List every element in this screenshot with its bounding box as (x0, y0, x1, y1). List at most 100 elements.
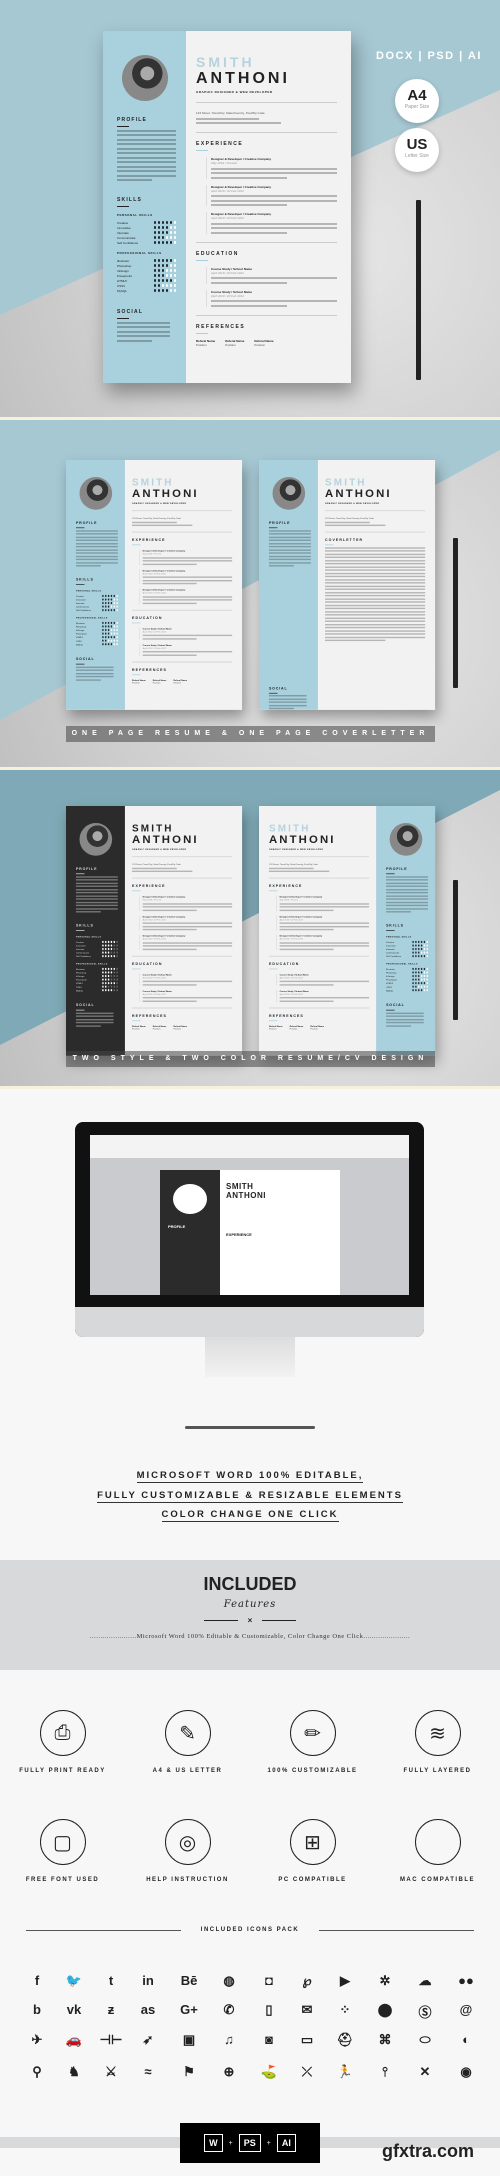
avatar-photo (122, 55, 168, 101)
reference: Referal Name Position (132, 1024, 146, 1030)
rating-dot (116, 609, 118, 612)
imac-monitor: PROFILE SMITH ANTHONI EXPERIENCE (75, 1122, 424, 1337)
text-line (142, 654, 197, 656)
rating-dot (414, 975, 417, 977)
text-line (325, 604, 426, 606)
skill-name: Innovative (117, 225, 131, 230)
rating-dot (113, 978, 115, 981)
rating-dot (101, 944, 104, 947)
rating-dot (153, 236, 156, 239)
text-line (132, 524, 193, 527)
rating-dot (420, 978, 423, 981)
rating-dot (113, 622, 115, 624)
rating-dot (107, 948, 110, 950)
rating-dot (110, 968, 113, 970)
skill-name: CSS3 (117, 283, 125, 288)
text-line (211, 227, 337, 229)
skill-row: Self Confidence (117, 240, 176, 245)
skill-name: CSS3 (386, 985, 392, 989)
text-line (142, 983, 197, 986)
text-line (75, 1015, 114, 1017)
text-line (75, 539, 118, 541)
rating-dot (426, 944, 428, 947)
text-line (268, 870, 330, 873)
rating-dot (104, 605, 107, 608)
divider (325, 510, 426, 512)
airplane-icon: ✈ (31, 2032, 43, 2047)
rating-dot (113, 636, 115, 639)
personal-skills-heading: PERSONAL SKILLS (386, 935, 412, 939)
rating-dot (113, 971, 115, 974)
text-line (75, 907, 118, 910)
rating-dot (116, 989, 118, 992)
resume-preview-right-sidebar: PROFILE SKILLS PERSONAL SKILLS Creative Inno… (259, 806, 436, 1056)
last-name: ANTHONI (132, 487, 199, 500)
feature-item: ✎ A4 & US LETTER (125, 1710, 250, 1774)
text-line (268, 565, 295, 567)
gamepad-icon: ⌘ (378, 2032, 392, 2047)
rating-dot (414, 948, 417, 950)
text-line (325, 588, 426, 590)
text-line (279, 922, 370, 924)
lastfm-icon: as (140, 2002, 156, 2017)
text-line (142, 650, 233, 653)
kayak-icon: ⤫ (301, 2064, 313, 2079)
text-line (211, 281, 287, 284)
text-line (75, 552, 118, 554)
text-line (75, 545, 118, 548)
education-item: Course Study / School Name April 2019 / 2… (206, 289, 337, 307)
rating-dot (116, 639, 118, 642)
text-line (279, 909, 334, 911)
rating-dot (110, 941, 113, 943)
rating-dot (107, 632, 110, 635)
reference-position: Position (173, 681, 182, 685)
us-sublabel: Letter Size (405, 153, 429, 159)
rating-dot (110, 632, 113, 635)
formats-label: DOCX | PSD | AI (376, 50, 482, 62)
rating-dot (104, 989, 107, 992)
rating-dot (113, 985, 115, 988)
text-line (268, 558, 311, 561)
rating-dot (426, 951, 428, 954)
a4-sublabel: Paper Size (404, 104, 430, 110)
text-line (117, 170, 176, 172)
skill-rating (412, 948, 428, 950)
rating-dot (420, 982, 423, 985)
skill-name: Illustrator (386, 967, 395, 971)
divider (132, 877, 233, 879)
experience-item: Designer & Developer / Creative Company A… (139, 934, 233, 950)
rating-dot (412, 975, 414, 977)
text-line (142, 556, 233, 559)
doc-sidebar: PROFILE (160, 1170, 220, 1295)
rating-dot (107, 598, 110, 601)
rating-dot (414, 989, 417, 992)
item-date: April 2019 / 20 Feb 2012 (142, 976, 167, 979)
skill-rating (101, 975, 118, 977)
reference-position: Position (152, 681, 161, 685)
feature-item: ≋ FULLY LAYERED (375, 1710, 500, 1774)
doc-name: SMITH ANTHONI (226, 1182, 266, 1200)
skill-rating (412, 982, 428, 985)
text-line (117, 161, 176, 163)
rating-dot (110, 602, 113, 604)
rating-dot (104, 639, 107, 642)
editable-line-2: FULLY CUSTOMIZABLE & RESIZABLE ELEMENTS (97, 1490, 403, 1503)
pencil-image (453, 538, 458, 688)
text-line (386, 895, 428, 897)
text-line (325, 556, 426, 558)
text-line (386, 891, 428, 894)
photo-placeholder (173, 1184, 207, 1214)
doc-first-name: SMITH (226, 1182, 254, 1191)
text-line (279, 996, 370, 999)
skill-name: Powerpoint (386, 978, 397, 982)
skill-rating (412, 985, 428, 988)
rating-dot (110, 605, 113, 608)
reference-name: Referal Name (254, 338, 274, 343)
divider (268, 1007, 370, 1008)
layers-icon: ≋ (414, 1710, 461, 1756)
item-date: April 2019 / 20 Feb 2012 (142, 646, 167, 650)
text-line (279, 980, 370, 983)
text-line (75, 1025, 102, 1027)
text-line (268, 536, 311, 538)
rating-dot (426, 941, 428, 943)
